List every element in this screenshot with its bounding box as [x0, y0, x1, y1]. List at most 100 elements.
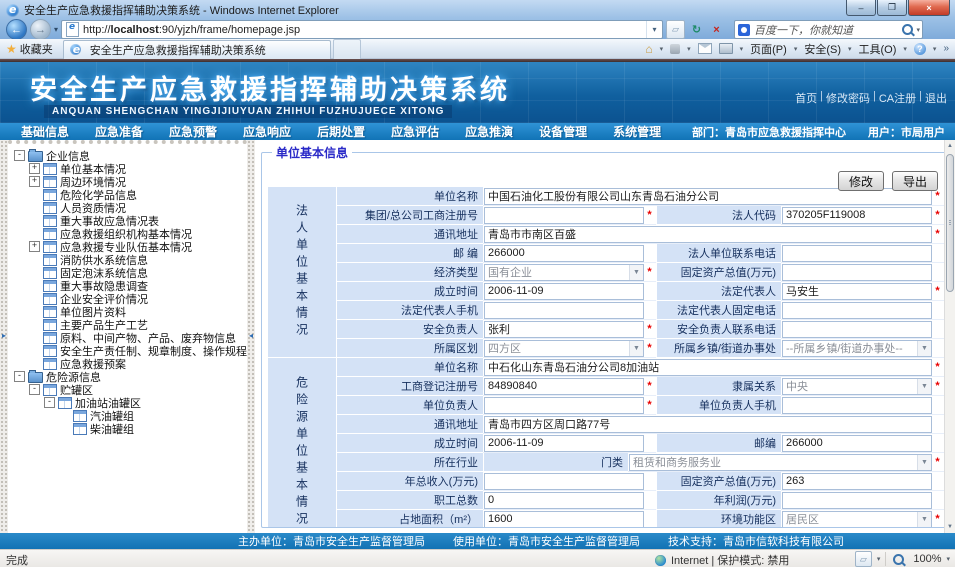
collapse-icon[interactable]: - — [14, 371, 25, 382]
print-dropdown-icon[interactable]: ▾ — [740, 45, 744, 53]
nav-tab[interactable]: 基础信息 — [8, 123, 82, 140]
expand-icon[interactable]: + — [29, 163, 40, 174]
print-icon[interactable] — [719, 43, 733, 54]
tree-item[interactable]: 企业安全评价情况 — [8, 292, 247, 305]
overflow-chevron-icon[interactable]: » — [943, 43, 949, 54]
nav-tab[interactable]: 应急评估 — [378, 123, 452, 140]
banner-link[interactable]: 首页 — [795, 90, 817, 106]
security-menu[interactable]: 安全(S) — [804, 41, 841, 57]
stop-button[interactable]: × — [708, 21, 725, 38]
select-arrow-icon[interactable]: ▼ — [629, 265, 643, 280]
splitter-arrow-left-icon[interactable]: ◂ — [247, 331, 255, 340]
text-input[interactable] — [484, 245, 644, 262]
url-field[interactable]: http://localhost:90/yjzh/frame/homepage.… — [61, 20, 663, 39]
nav-tab[interactable]: 应急推演 — [452, 123, 526, 140]
text-input[interactable] — [782, 473, 932, 490]
scroll-thumb[interactable] — [946, 154, 954, 292]
tree-item[interactable]: -企业信息 — [8, 149, 247, 162]
text-input[interactable] — [782, 283, 932, 300]
zoom-icon[interactable] — [893, 554, 904, 565]
select-arrow-icon[interactable]: ▼ — [917, 379, 931, 394]
nav-tab[interactable]: 设备管理 — [526, 123, 600, 140]
text-input[interactable] — [484, 397, 644, 414]
tree-item[interactable]: -危险源信息 — [8, 370, 247, 383]
compatibility-view-button[interactable]: ▱ — [666, 20, 685, 39]
close-button[interactable]: × — [908, 0, 950, 16]
text-input[interactable] — [484, 378, 644, 395]
text-input[interactable] — [484, 321, 644, 338]
help-icon[interactable]: ? — [914, 43, 926, 55]
history-dropdown-icon[interactable]: ▾ — [54, 25, 58, 34]
expand-icon[interactable]: + — [29, 241, 40, 252]
status-compat-dropdown-icon[interactable]: ▾ — [877, 555, 881, 563]
select-control[interactable]: 居民区▼ — [782, 511, 932, 528]
favorites-star-icon[interactable]: ★ — [6, 42, 17, 56]
tree-item[interactable]: 柴油罐组 — [8, 422, 247, 435]
text-input[interactable] — [782, 397, 932, 414]
page-menu[interactable]: 页面(P) — [750, 41, 787, 57]
tree-item[interactable]: 危险化学品信息 — [8, 188, 247, 201]
vertical-scrollbar[interactable]: ▲ ▼ — [944, 140, 955, 533]
rss-icon[interactable] — [670, 44, 680, 54]
url-dropdown-icon[interactable]: ▾ — [646, 21, 662, 38]
nav-tab[interactable]: 后期处置 — [304, 123, 378, 140]
select-arrow-icon[interactable]: ▼ — [917, 512, 931, 527]
tools-menu[interactable]: 工具(O) — [859, 41, 897, 57]
browser-tab[interactable]: 安全生产应急救援指挥辅助决策系统 — [63, 40, 331, 59]
collapse-icon[interactable]: - — [29, 384, 40, 395]
select-control[interactable]: 中央▼ — [782, 378, 932, 395]
text-input[interactable] — [782, 492, 932, 509]
splitter-arrow-right-icon[interactable]: ▸ — [0, 331, 8, 340]
banner-link[interactable]: 修改密码 — [826, 90, 870, 106]
tree-item[interactable]: +单位基本情况 — [8, 162, 247, 175]
select-control[interactable]: 国有企业▼ — [484, 264, 644, 281]
new-tab-stub[interactable] — [333, 39, 361, 59]
text-input[interactable] — [484, 207, 644, 224]
select-control[interactable]: --所属乡镇/街道办事处--▼ — [782, 340, 932, 357]
text-input[interactable] — [484, 283, 644, 300]
text-input[interactable] — [484, 511, 644, 528]
text-input[interactable] — [782, 302, 932, 319]
zoom-dropdown-icon[interactable]: ▾ — [946, 555, 950, 563]
search-icon[interactable] — [902, 24, 913, 35]
home-dropdown-icon[interactable]: ▾ — [660, 45, 664, 53]
minimize-button[interactable]: – — [846, 0, 876, 16]
forward-button[interactable]: → — [30, 19, 51, 40]
nav-tab[interactable]: 应急预警 — [156, 123, 230, 140]
back-button[interactable]: ← — [6, 19, 27, 40]
text-input[interactable] — [782, 435, 932, 452]
nav-tab[interactable]: 应急准备 — [82, 123, 156, 140]
nav-tab[interactable]: 应急响应 — [230, 123, 304, 140]
select-arrow-icon[interactable]: ▼ — [629, 341, 643, 356]
maximize-button[interactable]: ❐ — [877, 0, 907, 16]
modify-button[interactable]: 修改 — [838, 171, 884, 191]
tree-item[interactable]: 安全生产责任制、规章制度、操作规程信息 — [8, 344, 247, 357]
search-box[interactable]: 百度一下，你就知道 ▾ — [734, 20, 923, 39]
scroll-down-icon[interactable]: ▼ — [945, 521, 955, 533]
text-input[interactable] — [484, 359, 932, 376]
text-input[interactable] — [484, 435, 644, 452]
export-button[interactable]: 导出 — [892, 171, 938, 191]
status-compat-icon[interactable]: ▱ — [855, 551, 872, 567]
select-control[interactable]: 四方区▼ — [484, 340, 644, 357]
search-dropdown-icon[interactable]: ▾ — [917, 26, 921, 34]
text-input[interactable] — [782, 264, 932, 281]
tree-item[interactable]: 应急救援预案 — [8, 357, 247, 370]
home-icon[interactable]: ⌂ — [645, 42, 652, 56]
favorites-button[interactable]: 收藏夹 — [20, 41, 53, 57]
text-input[interactable] — [782, 207, 932, 224]
refresh-button[interactable]: ↻ — [688, 21, 705, 38]
select-arrow-icon[interactable]: ▼ — [917, 341, 931, 356]
text-input[interactable] — [782, 321, 932, 338]
text-input[interactable] — [484, 226, 932, 243]
expand-icon[interactable]: + — [29, 176, 40, 187]
text-input[interactable] — [484, 302, 644, 319]
text-input[interactable] — [484, 473, 644, 490]
text-input[interactable] — [782, 245, 932, 262]
select-control[interactable]: 租赁和商务服务业▼ — [629, 454, 932, 471]
text-input[interactable] — [484, 416, 932, 433]
right-splitter[interactable]: ◂ — [247, 140, 255, 533]
nav-tab[interactable]: 系统管理 — [600, 123, 674, 140]
banner-link[interactable]: CA注册 — [879, 90, 916, 106]
scroll-up-icon[interactable]: ▲ — [945, 140, 955, 152]
